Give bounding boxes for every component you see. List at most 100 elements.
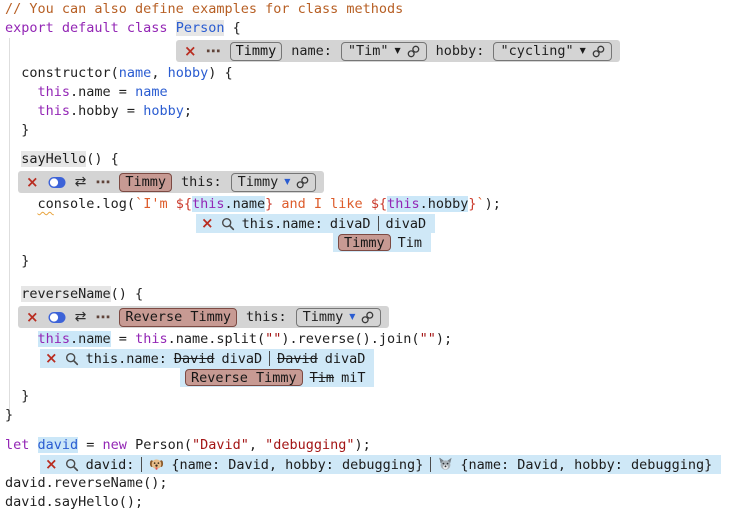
code-token: this [387,196,420,212]
swap-arrows-icon[interactable]: ⇄ [75,175,87,189]
code-line-close-brace[interactable]: } [5,121,749,140]
code-token: `I'm [135,196,176,212]
code-token: let [5,437,38,453]
code-token: { [224,20,240,36]
probe-new-value: divaD [325,351,366,367]
code-line-reversename-decl[interactable]: reverseName() { [5,285,749,304]
code-token [5,103,38,119]
probe-label: this.name: [242,216,323,232]
link-icon[interactable] [296,176,309,189]
code-token: = [78,437,102,453]
sayhello-example-widget: × ⇄ ⋯ Timmy this: Timmy ▼ [18,171,324,193]
search-icon[interactable] [65,458,79,472]
code-line-call-sayhello[interactable]: david.sayHello(); [5,493,749,512]
code-token: Person [176,20,225,36]
swap-arrows-icon[interactable]: ⇄ [75,310,87,324]
code-token [5,84,38,100]
toggle-on-icon[interactable] [48,311,66,324]
blank-line[interactable] [5,140,749,150]
code-line-close-brace[interactable]: } [5,252,749,271]
value-separator [430,457,431,472]
code-line-close-brace[interactable]: } [5,387,749,406]
close-icon[interactable]: × [184,44,197,59]
code-token: } [5,253,29,269]
code-token: name [135,84,168,100]
probe-new-value: miT [341,370,365,386]
code-token: } [5,407,13,423]
code-token: } [468,196,476,212]
probe-row: Timmy Tim [5,233,749,252]
probe-row: × this.name: divaD divaD [5,214,749,233]
search-icon[interactable] [65,352,79,366]
code-line-console-log[interactable]: console.log(`I'm ${this.name} and I like… [5,195,749,214]
blank-line[interactable] [5,271,749,285]
code-line-assign-hobby[interactable]: this.hobby = hobby; [5,102,749,121]
code-line-close-class[interactable]: } [5,406,749,425]
more-icon[interactable]: ⋯ [95,175,110,190]
code-token: ; [184,103,192,119]
example-name-chip[interactable]: Timmy [338,234,391,251]
field-label-hobby: hobby: [436,43,485,59]
close-icon[interactable]: × [26,175,39,190]
code-line-sayhello-decl[interactable]: sayHello() { [5,150,749,169]
dropdown-value: "cycling" [500,43,573,59]
link-icon[interactable] [361,311,374,324]
code-line-constructor[interactable]: constructor(name, hobby) { [5,64,749,83]
chevron-down-icon: ▼ [580,47,586,55]
value-separator [378,216,379,231]
more-icon[interactable]: ⋯ [206,44,221,59]
dropdown-value: "Tim" [348,43,389,59]
example-name-button[interactable]: Timmy [230,42,283,61]
code-token [5,331,38,347]
code-line-reverse-assign[interactable]: this.name = this.name.split("").reverse(… [5,330,749,349]
code-token: "" [420,331,436,347]
search-icon[interactable] [221,217,235,231]
dog-face-icon [149,457,164,472]
code-line-comment[interactable]: // You can also define examples for clas… [5,0,749,19]
this-value-dropdown[interactable]: Timmy ▼ [231,173,317,192]
code-token: .name [224,196,265,212]
link-icon[interactable] [592,45,605,58]
probe-this-name: × this.name: divaD divaD [196,214,435,233]
field-label-name: name: [291,43,332,59]
value-separator [141,457,142,472]
editor-surface[interactable]: // You can also define examples for clas… [0,0,749,512]
code-token: co [38,196,54,212]
code-token: "David" [192,437,249,453]
name-value-dropdown[interactable]: "Tim" ▼ [341,42,427,61]
probe-new-value: divaD [222,351,263,367]
code-token: david.sayHello(); [5,494,143,510]
code-token: this [192,196,225,212]
code-token: .name [70,331,111,347]
example-name-chip[interactable]: Reverse Timmy [119,308,237,327]
code-token: ).reverse().join( [281,331,419,347]
code-token: "debugging" [265,437,354,453]
code-token [5,196,38,212]
close-icon[interactable]: × [45,457,58,472]
this-value-dropdown[interactable]: Timmy ▼ [296,308,382,327]
code-line-new-person[interactable]: let david = new Person("David", "debuggi… [5,436,749,455]
toggle-on-icon[interactable] [48,176,66,189]
widget-row: × ⇄ ⋯ Reverse Timmy this: Timmy ▼ [5,304,749,330]
code-token: new [103,437,127,453]
code-line-assign-name[interactable]: this.name = name [5,83,749,102]
chevron-down-icon: ▼ [395,47,401,55]
code-line-call-reverse[interactable]: david.reverseName(); [5,474,749,493]
code-token: .name = [70,84,135,100]
close-icon[interactable]: × [201,216,214,231]
reversename-example-widget: × ⇄ ⋯ Reverse Timmy this: Timmy ▼ [18,306,389,328]
more-icon[interactable]: ⋯ [95,310,110,325]
example-name-chip[interactable]: Reverse Timmy [185,369,303,386]
example-name-chip[interactable]: Timmy [119,173,172,192]
hobby-value-dropdown[interactable]: "cycling" ▼ [493,42,611,61]
close-icon[interactable]: × [26,310,39,325]
wolf-face-icon [438,457,453,472]
link-icon[interactable] [407,45,420,58]
blank-line[interactable] [5,425,749,436]
dropdown-value: Timmy [303,309,344,325]
probe-label: this.name: [86,351,167,367]
close-icon[interactable]: × [45,351,58,366]
code-token: this [135,331,168,347]
code-editor: // You can also define examples for clas… [0,0,749,516]
code-line-class-decl[interactable]: export default class Person { [5,19,749,38]
